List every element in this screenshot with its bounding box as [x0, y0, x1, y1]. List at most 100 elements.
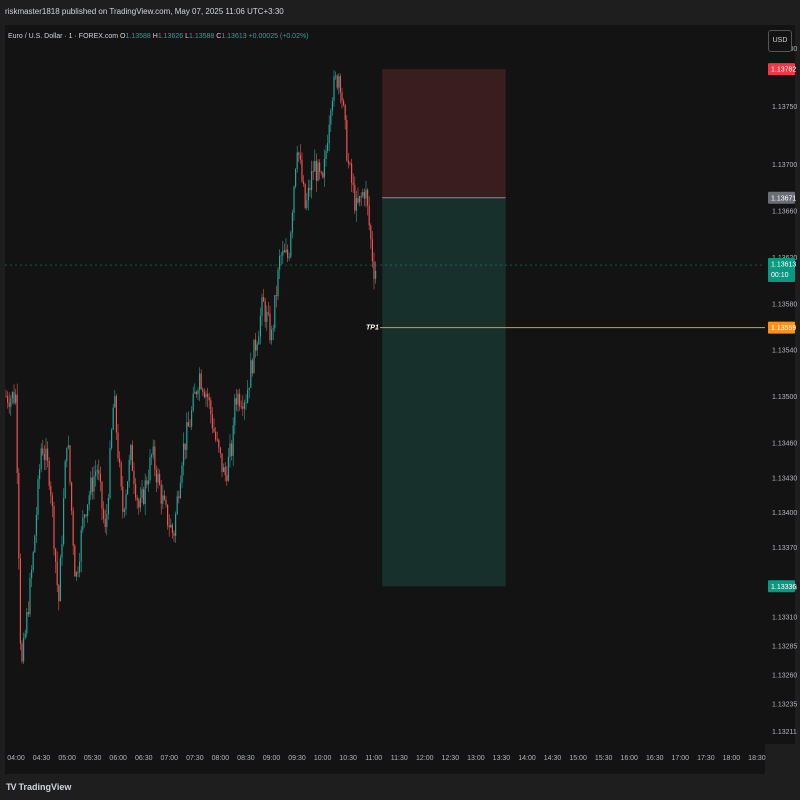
y-tick-label: 1.13540	[772, 348, 797, 355]
candle-body	[259, 315, 261, 337]
candle-body	[123, 509, 125, 512]
currency-button[interactable]: USD	[768, 30, 792, 52]
legend-symbol: Euro / U.S. Dollar · 1 · FOREX.com	[8, 33, 119, 40]
y-tick-label: 1.13750	[772, 104, 797, 111]
x-tick-label: 12:30	[442, 755, 460, 762]
candle-body	[42, 448, 44, 455]
candle-body	[51, 495, 53, 507]
candle-body	[191, 410, 193, 427]
x-tick-label: 07:30	[186, 755, 204, 762]
candle-body	[245, 402, 247, 404]
candle-body	[176, 496, 178, 515]
countdown-text: 00:10	[771, 272, 789, 279]
candle-body	[50, 485, 52, 496]
footer: TV TradingView	[0, 774, 800, 800]
candle-body	[75, 572, 77, 577]
candle-body	[53, 506, 55, 549]
candle-body	[135, 484, 137, 498]
candle-body	[355, 198, 357, 211]
x-tick-label: 05:30	[84, 755, 102, 762]
candle-body	[10, 398, 12, 407]
candle-body	[275, 295, 277, 297]
candle-body	[122, 486, 124, 512]
candle-body	[79, 561, 81, 573]
candle-body	[15, 394, 17, 403]
candle-body	[229, 443, 231, 457]
candle-body	[34, 535, 36, 553]
candle-body	[341, 92, 343, 101]
candle-body	[223, 467, 225, 472]
candle-body	[71, 482, 73, 511]
take-profit-zone[interactable]	[382, 197, 506, 587]
legend-change: +0.00025 (+0.02%)	[248, 33, 309, 40]
candle-body	[255, 339, 257, 351]
x-tick-label: 10:30	[339, 755, 357, 762]
candle-body	[221, 453, 223, 472]
candle-body	[232, 425, 234, 456]
candle-body	[37, 479, 39, 515]
candle-body	[163, 495, 165, 500]
candle-body	[346, 119, 348, 161]
candle-body	[322, 172, 324, 178]
candle-body	[64, 461, 66, 499]
candle-body	[197, 390, 199, 395]
candle-body	[127, 481, 129, 495]
candle-body	[95, 471, 97, 477]
candle-body	[151, 454, 153, 457]
candle-body	[24, 633, 26, 638]
candle-body	[144, 480, 146, 504]
candle-body	[16, 394, 18, 473]
candle-body	[251, 360, 253, 374]
candle-body	[63, 498, 65, 544]
symbol-legend: Euro / U.S. Dollar · 1 · FOREX.com O1.13…	[8, 33, 309, 40]
y-tick-label: 1.13660	[772, 209, 797, 216]
candle-body	[170, 524, 172, 528]
candle-body	[152, 446, 154, 455]
candle-body	[301, 159, 303, 182]
candle-body	[242, 406, 244, 409]
x-tick-label: 06:30	[135, 755, 153, 762]
candle-body	[312, 171, 314, 173]
y-tick-label: 1.13285	[772, 643, 797, 650]
candle-body	[250, 360, 252, 388]
candle-body	[40, 448, 42, 470]
candle-body	[371, 239, 373, 262]
candle-body	[306, 200, 308, 208]
candle-body	[363, 192, 365, 199]
candle-body	[112, 407, 114, 430]
candle-body	[179, 482, 181, 499]
candle-body	[104, 518, 106, 528]
candle-body	[82, 517, 84, 530]
tradingview-logo[interactable]: TV TradingView	[6, 782, 71, 792]
tradingview-logo-text: TradingView	[18, 782, 72, 792]
candle-body	[141, 489, 143, 499]
candle-body	[287, 249, 289, 258]
x-tick-label: 08:30	[237, 755, 255, 762]
y-tick-label: 1.13500	[772, 394, 797, 401]
candle-body	[200, 373, 202, 390]
candle-body	[159, 473, 161, 485]
candle-body	[154, 446, 156, 470]
candle-body	[90, 477, 92, 496]
candle-body	[120, 462, 122, 487]
candle-body	[354, 184, 356, 211]
price-axis[interactable]	[765, 25, 795, 744]
candle-body	[32, 552, 34, 570]
price-chart[interactable]: 1.138001.137501.137001.136601.136201.135…	[0, 0, 800, 800]
candle-body	[74, 545, 76, 577]
candle-body	[43, 454, 45, 460]
candle-body	[72, 510, 74, 546]
candle-body	[237, 393, 239, 405]
legend-low: 1.13588	[189, 33, 215, 40]
candle-body	[362, 192, 364, 197]
x-tick-label: 18:30	[748, 755, 766, 762]
x-tick-label: 12:00	[416, 755, 434, 762]
candle-body	[59, 557, 61, 602]
candle-body	[261, 297, 263, 316]
candle-body	[107, 498, 109, 515]
candle-body	[227, 456, 229, 481]
stop-loss-zone[interactable]	[382, 69, 506, 198]
candle-body	[147, 480, 149, 485]
x-tick-label: 17:00	[672, 755, 690, 762]
x-tick-label: 10:00	[314, 755, 332, 762]
